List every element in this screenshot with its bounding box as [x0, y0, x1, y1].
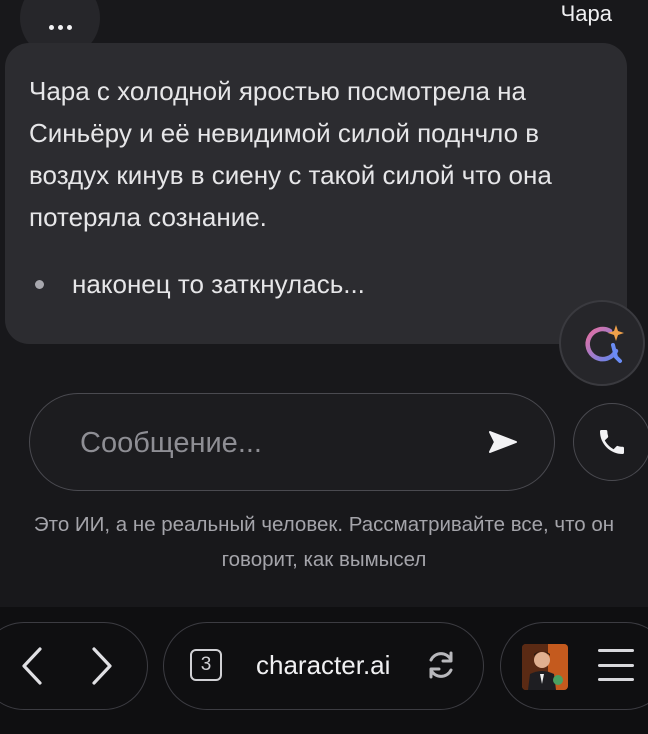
send-button[interactable] — [486, 428, 520, 456]
chevron-left-icon — [22, 647, 42, 685]
forward-button[interactable] — [82, 642, 122, 690]
character-name: Чара — [560, 1, 612, 26]
disclaimer-line-2: говорит, как вымысел — [221, 548, 427, 571]
reload-button[interactable] — [424, 648, 458, 682]
hamburger-menu-icon — [598, 649, 634, 652]
message-text: Чара с холодной яростью посмотрела на Си… — [29, 76, 552, 232]
phone-icon — [600, 430, 624, 454]
reload-icon — [429, 651, 453, 679]
message-bubble: Чара с холодной яростью посмотрела на Си… — [5, 43, 627, 344]
ai-assist-button[interactable] — [559, 300, 645, 386]
bullet-dot — [35, 280, 44, 289]
bullet-text: наконец то заткнулась... — [72, 269, 365, 299]
ai-disclaimer: Это ИИ, а не реальный человек. Рассматри… — [0, 507, 648, 577]
send-arrow-icon — [489, 431, 517, 453]
message-input[interactable] — [78, 394, 482, 492]
message-input-container — [29, 393, 555, 492]
url-text[interactable]: character.ai — [256, 650, 390, 681]
ai-sparkle-icon — [585, 325, 624, 363]
chevron-right-icon — [92, 647, 112, 685]
back-button[interactable] — [12, 642, 52, 690]
site-favicon[interactable] — [522, 644, 568, 690]
browser-menu-button[interactable] — [598, 649, 634, 681]
disclaimer-line-1: Это ИИ, а не реальный человек. Рассматри… — [33, 513, 615, 536]
tab-count-button[interactable]: 3 — [190, 649, 222, 681]
message-bullet-item: наконец то заткнулась... — [35, 269, 365, 300]
character-avatar-icon — [522, 644, 568, 690]
more-dots-icon — [48, 25, 72, 30]
call-button[interactable] — [573, 403, 648, 481]
